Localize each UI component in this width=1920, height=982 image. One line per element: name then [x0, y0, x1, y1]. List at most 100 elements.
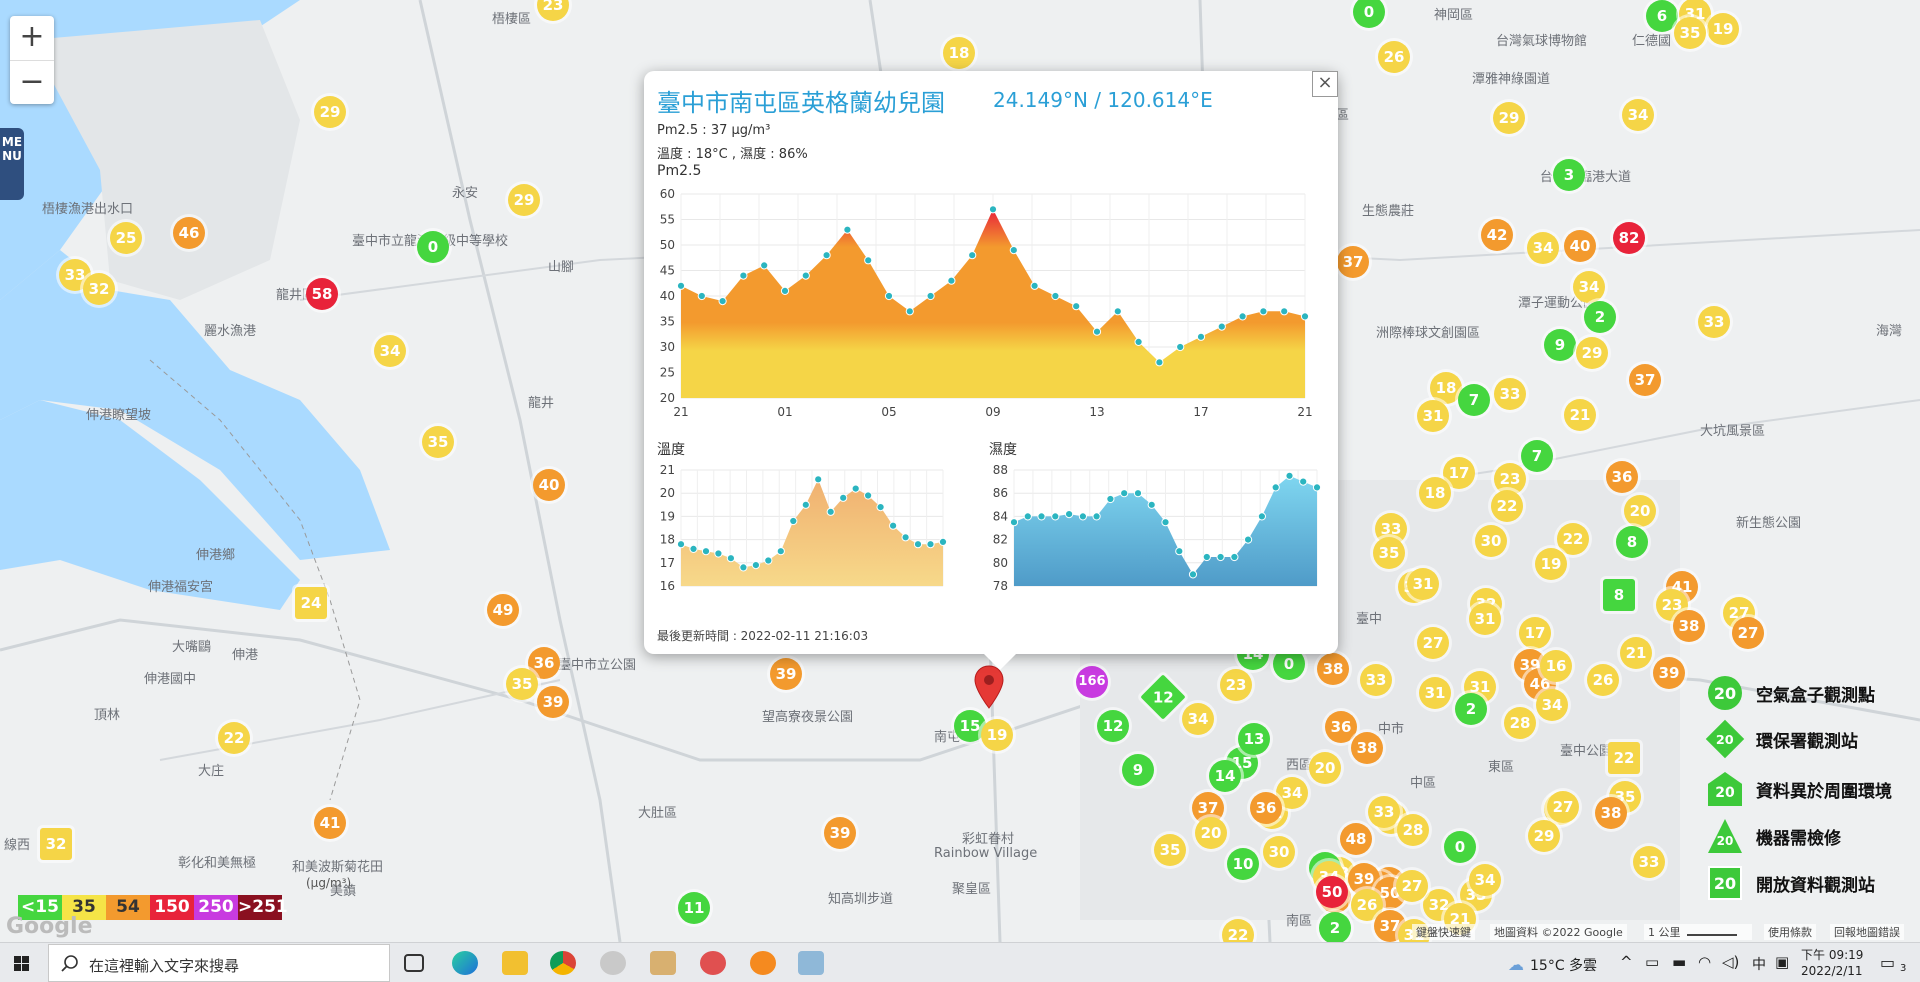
station-marker[interactable]: 29	[1493, 102, 1525, 134]
chrome-browser-icon[interactable]	[550, 951, 576, 975]
tray-app-icon[interactable]: ▣	[1775, 953, 1789, 971]
tray-wifi-icon[interactable]: ◠	[1698, 953, 1711, 971]
station-marker[interactable]: 9	[1544, 329, 1576, 361]
station-marker[interactable]: 28	[1397, 814, 1429, 846]
report-map-error-link[interactable]: 回報地圖錯誤	[1830, 924, 1904, 940]
station-marker[interactable]: 29	[1528, 820, 1560, 852]
station-marker[interactable]: 38	[1351, 732, 1383, 764]
station-marker[interactable]: 18	[943, 37, 975, 69]
station-marker[interactable]: 58	[306, 278, 338, 310]
station-marker[interactable]: 20	[1309, 752, 1341, 784]
station-marker[interactable]: 31	[1469, 603, 1501, 635]
station-marker[interactable]: 40	[1564, 230, 1596, 262]
station-marker[interactable]: 34	[1622, 99, 1654, 131]
station-marker[interactable]: 32	[83, 273, 115, 305]
station-marker[interactable]: 34	[1527, 232, 1559, 264]
station-marker[interactable]: 2	[1319, 912, 1351, 942]
station-marker[interactable]: 8	[1603, 579, 1635, 611]
file-explorer-icon[interactable]	[502, 951, 528, 975]
station-marker[interactable]: 34	[374, 335, 406, 367]
tray-ime-indicator[interactable]: 中	[1752, 954, 1766, 974]
station-marker[interactable]: 26	[1378, 41, 1410, 73]
station-marker[interactable]: 0	[1444, 831, 1476, 863]
terms-link[interactable]: 使用條款	[1764, 924, 1816, 940]
station-marker[interactable]: 50	[1316, 876, 1348, 908]
station-marker[interactable]: 16	[1540, 650, 1572, 682]
station-marker[interactable]: 39	[1653, 657, 1685, 689]
task-view-icon[interactable]	[404, 954, 424, 972]
station-marker[interactable]: 34	[1469, 864, 1501, 896]
station-marker[interactable]: 40	[533, 469, 565, 501]
station-marker[interactable]: 22	[1491, 490, 1523, 522]
station-marker[interactable]: 24	[295, 587, 327, 619]
station-marker[interactable]: 0	[417, 231, 449, 263]
station-marker[interactable]: 166	[1076, 666, 1108, 698]
station-marker[interactable]: 8	[1616, 526, 1648, 558]
station-marker[interactable]: 27	[1417, 627, 1449, 659]
station-marker[interactable]: 12	[1097, 710, 1129, 742]
station-marker[interactable]: 29	[508, 184, 540, 216]
station-marker[interactable]: 2	[1584, 301, 1616, 333]
snipping-tool-icon[interactable]	[700, 951, 726, 975]
edge-browser-icon[interactable]	[452, 951, 478, 975]
station-marker[interactable]: 33	[1698, 306, 1730, 338]
station-marker[interactable]: 6	[1646, 0, 1678, 32]
station-marker[interactable]: 32	[40, 828, 72, 860]
station-marker[interactable]: 27	[1396, 870, 1428, 902]
taskbar-date[interactable]: 2022/2/11	[1801, 964, 1863, 978]
station-marker[interactable]: 33	[1360, 664, 1392, 696]
app-icon-2[interactable]	[650, 951, 676, 975]
station-marker[interactable]: 31	[1419, 677, 1451, 709]
station-marker[interactable]: 35	[1154, 834, 1186, 866]
tray-device-icon[interactable]: ▭	[1645, 953, 1659, 971]
station-marker[interactable]: 33	[1494, 378, 1526, 410]
station-marker[interactable]: 46	[173, 217, 205, 249]
selected-location-pin-icon[interactable]	[973, 664, 1005, 710]
station-marker[interactable]: 19	[1535, 548, 1567, 580]
station-marker[interactable]: 13	[1238, 723, 1270, 755]
station-marker[interactable]: 22	[218, 722, 250, 754]
weather-cloud-icon[interactable]: ☁	[1508, 955, 1524, 974]
station-marker[interactable]: 36	[1250, 792, 1282, 824]
station-marker[interactable]: 11	[678, 892, 710, 924]
station-marker[interactable]: 27	[1547, 791, 1579, 823]
station-marker[interactable]: 38	[1673, 610, 1705, 642]
station-marker[interactable]: 33	[1368, 796, 1400, 828]
station-marker[interactable]: 39	[537, 686, 569, 718]
menu-tab-button[interactable]: MENU	[0, 128, 24, 200]
taskbar-weather[interactable]: 15°C 多雲	[1530, 955, 1597, 975]
station-marker[interactable]: 22	[1608, 742, 1640, 774]
tray-volume-icon[interactable]: ◁)	[1722, 953, 1739, 971]
station-marker[interactable]: 42	[1481, 219, 1513, 251]
station-marker[interactable]: 18	[1419, 477, 1451, 509]
station-marker[interactable]: 35	[1674, 17, 1706, 49]
station-marker[interactable]: 30	[1263, 836, 1295, 868]
station-marker[interactable]: 22	[1557, 523, 1589, 555]
map-area[interactable]: 梧棲區 神岡區 台灣氣球博物館 仁德國 潭雅神綠園道 生態農莊 台中港臨港大道 梧棲漁港出水口…	[0, 0, 1920, 942]
station-marker[interactable]: 34	[1182, 703, 1214, 735]
station-marker[interactable]: 31	[1407, 568, 1439, 600]
station-marker[interactable]: 20	[1624, 495, 1656, 527]
station-marker[interactable]: 14	[1209, 760, 1241, 792]
station-marker[interactable]: 2	[1455, 693, 1487, 725]
notification-center-icon[interactable]: ▭	[1880, 953, 1895, 972]
station-marker[interactable]: 34	[1536, 689, 1568, 721]
station-marker[interactable]: 48	[1340, 823, 1372, 855]
tray-chevron-up-icon[interactable]: ^	[1620, 953, 1633, 971]
station-marker[interactable]: 38	[1595, 797, 1627, 829]
blender-icon[interactable]	[750, 951, 776, 975]
station-marker[interactable]: 36	[1606, 461, 1638, 493]
station-marker[interactable]: 37	[1629, 364, 1661, 396]
station-marker[interactable]: 39	[770, 658, 802, 690]
taskbar-search-box[interactable]: 在這裡輸入文字來搜尋	[48, 944, 390, 982]
app-icon-1[interactable]	[600, 951, 626, 975]
tray-battery-icon[interactable]: ▬	[1672, 953, 1686, 971]
station-marker[interactable]: 29	[314, 96, 346, 128]
station-marker[interactable]: 38	[1317, 653, 1349, 685]
zoom-out-button[interactable]: −	[10, 60, 54, 104]
station-marker[interactable]: 21	[1620, 637, 1652, 669]
station-marker[interactable]: 49	[487, 594, 519, 626]
station-marker[interactable]: 9	[1122, 754, 1154, 786]
station-marker[interactable]: 21	[1564, 399, 1596, 431]
station-marker[interactable]: 82	[1613, 222, 1645, 254]
